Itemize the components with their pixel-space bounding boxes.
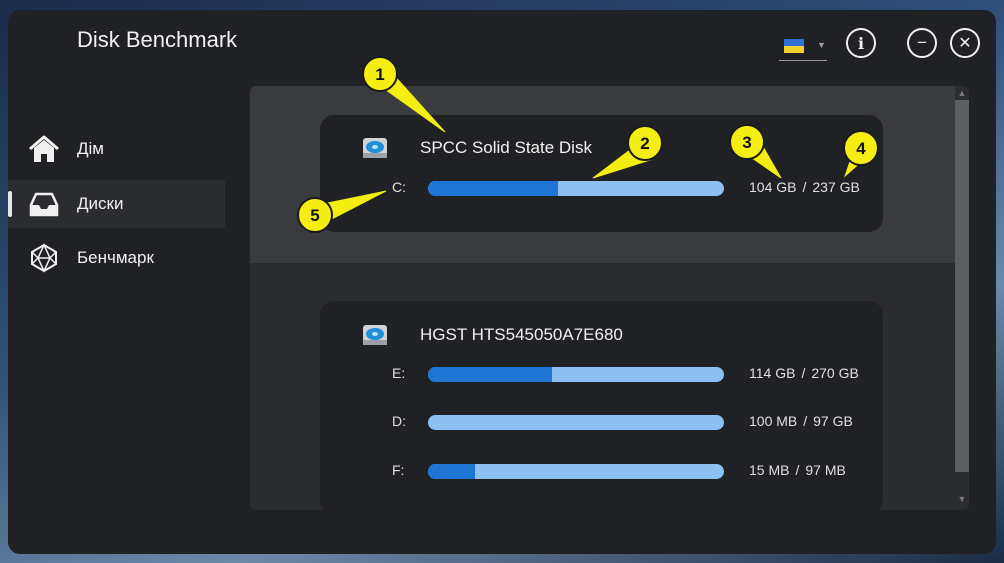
size-separator: / — [801, 365, 806, 381]
usage-bar-fill — [428, 464, 476, 479]
scroll-down-icon[interactable]: ▼ — [955, 494, 969, 504]
ukraine-flag-icon — [784, 39, 804, 53]
size-separator: / — [802, 179, 807, 195]
info-button[interactable]: i — [846, 28, 876, 58]
scrollbar-thumb[interactable] — [955, 100, 969, 472]
close-button[interactable]: ✕ — [950, 28, 980, 58]
usage-bar-fill — [428, 367, 553, 382]
disk-card[interactable]: SPCC Solid State Disk C: 104 GB / 237 GB — [320, 115, 883, 232]
sidebar-item-label: Диски — [77, 194, 124, 213]
app-title: Disk Benchmark — [77, 27, 238, 52]
app-window: Disk Benchmark ▼ i − ✕ Дім Диски Бенчмар… — [8, 10, 996, 554]
partition-size: 15 MB / 97 MB — [749, 462, 846, 478]
hard-drive-icon — [363, 325, 387, 345]
hard-drive-icon — [363, 138, 387, 158]
chevron-down-icon: ▼ — [817, 40, 826, 50]
disk-list-panel: SPCC Solid State Disk C: 104 GB / 237 GB H… — [250, 86, 969, 510]
active-indicator — [8, 191, 12, 217]
scrollbar[interactable]: ▲ ▼ — [955, 86, 969, 510]
home-icon — [29, 135, 59, 162]
partition-letter: E: — [392, 365, 406, 381]
sidebar-item-label: Бенчмарк — [77, 248, 154, 267]
minimize-button[interactable]: − — [907, 28, 937, 58]
total-size: 237 GB — [812, 179, 860, 195]
sidebar-item-benchmark[interactable]: Бенчмарк — [8, 234, 225, 282]
partition-row[interactable]: E: 114 GB / 270 GB — [320, 365, 883, 385]
used-size: 114 GB — [749, 365, 796, 381]
partition-row[interactable]: F: 15 MB / 97 MB — [320, 462, 883, 482]
sidebar-item-home[interactable]: Дім — [8, 125, 225, 173]
partition-row[interactable]: D: 100 MB / 97 GB — [320, 413, 883, 433]
scroll-up-icon[interactable]: ▲ — [955, 88, 969, 98]
disk-name: SPCC Solid State Disk — [420, 138, 592, 157]
usage-bar — [428, 464, 724, 479]
polyhedron-icon — [31, 243, 57, 273]
language-selector[interactable]: ▼ — [779, 38, 827, 61]
used-size: 104 GB — [749, 179, 797, 195]
close-icon: ✕ — [958, 35, 972, 52]
total-size: 97 GB — [813, 413, 853, 429]
sidebar-item-disks[interactable]: Диски — [8, 180, 225, 228]
minimize-icon: − — [917, 33, 927, 52]
partition-letter: F: — [392, 462, 405, 478]
partition-size: 100 MB / 97 GB — [749, 413, 853, 429]
partition-letter: D: — [392, 413, 406, 429]
total-size: 270 GB — [811, 365, 859, 381]
size-separator: / — [803, 413, 808, 429]
usage-bar — [428, 181, 724, 196]
total-size: 97 MB — [805, 462, 846, 478]
used-size: 100 MB — [749, 413, 798, 429]
used-size: 15 MB — [749, 462, 790, 478]
partition-size: 114 GB / 270 GB — [749, 365, 859, 381]
usage-bar — [428, 415, 724, 430]
usage-bar — [428, 367, 724, 382]
partition-row[interactable]: C: 104 GB / 237 GB — [320, 179, 883, 199]
usage-bar-fill — [428, 181, 559, 196]
inbox-tray-icon — [29, 192, 59, 217]
info-icon: i — [857, 33, 865, 53]
disk-card[interactable]: HGST HTS545050A7E680 E: 114 GB / 270 GB D:… — [320, 301, 883, 510]
size-separator: / — [795, 462, 800, 478]
partition-size: 104 GB / 237 GB — [749, 179, 860, 195]
partition-letter: C: — [392, 179, 406, 195]
disk-name: HGST HTS545050A7E680 — [420, 325, 623, 344]
sidebar-item-label: Дім — [77, 139, 104, 158]
